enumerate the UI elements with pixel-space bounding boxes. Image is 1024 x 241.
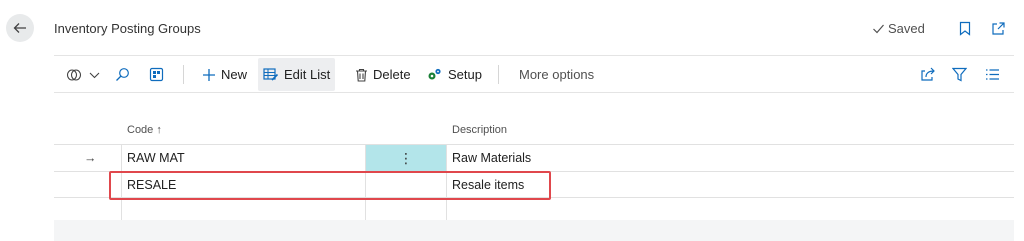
table-row[interactable]: → RAW MAT ⋮ Raw Materials (54, 145, 1014, 171)
filter-pane-icon (149, 67, 164, 82)
chevron-down-icon (89, 72, 100, 78)
row-indicator (79, 172, 109, 198)
setup-button[interactable]: Setup (426, 58, 482, 91)
setup-icon (428, 68, 441, 80)
share-button[interactable] (920, 58, 936, 91)
bookmark-button[interactable] (957, 20, 973, 36)
filter-button[interactable] (952, 58, 967, 91)
column-header-code-label: Code (127, 124, 154, 136)
open-new-window-button[interactable] (990, 20, 1006, 36)
search-button[interactable] (115, 58, 130, 91)
more-options-button[interactable]: More options (519, 58, 594, 91)
grid-footer-area (54, 220, 1014, 241)
row-indicator-arrow-icon: → (84, 151, 97, 165)
edit-list-label: Edit List (284, 67, 331, 82)
open-new-window-icon (991, 21, 1005, 35)
search-icon (116, 68, 129, 81)
action-bar: New Edit List Delete Setup More options (54, 58, 1014, 91)
list-view-icon (986, 69, 999, 80)
row-actions-menu-icon[interactable]: ⋮ (366, 145, 446, 171)
header-divider (54, 55, 1014, 56)
delete-button[interactable]: Delete (355, 58, 411, 91)
share-icon (921, 67, 935, 81)
page-title: Inventory Posting Groups (54, 21, 201, 36)
saved-status: Saved (872, 21, 925, 36)
table-row[interactable] (54, 198, 1014, 221)
highlight-annotation (109, 171, 551, 200)
more-options-label: More options (519, 67, 595, 82)
delete-label: Delete (373, 67, 411, 82)
bookmark-icon (959, 21, 971, 36)
code-cell[interactable]: RAW MAT (122, 145, 366, 171)
description-cell[interactable] (447, 198, 747, 221)
back-arrow-icon (13, 23, 26, 33)
checkmark-icon (873, 24, 884, 34)
sort-ascending-icon: ↑ (156, 124, 162, 136)
saved-label: Saved (888, 21, 925, 36)
setup-label: Setup (448, 67, 482, 82)
new-label: New (221, 67, 248, 82)
code-cell[interactable] (122, 198, 366, 221)
toolbar-separator (183, 65, 184, 84)
filter-pane-button[interactable] (149, 58, 164, 91)
back-button[interactable] (6, 14, 34, 42)
analysis-mode-button[interactable] (66, 58, 100, 91)
trash-icon (356, 68, 367, 82)
analysis-icon (66, 68, 82, 81)
toolbar-divider (54, 92, 1014, 93)
description-cell[interactable]: Raw Materials (447, 145, 747, 171)
edit-list-icon (263, 68, 279, 81)
column-header-code[interactable]: Code ↑ (127, 124, 162, 136)
toolbar-separator (498, 65, 499, 84)
new-button[interactable]: New (202, 58, 247, 91)
edit-list-button[interactable]: Edit List (258, 58, 336, 91)
filter-icon (952, 67, 967, 82)
list-view-button[interactable] (985, 58, 1000, 91)
column-header-description[interactable]: Description (452, 124, 507, 136)
plus-icon (203, 68, 215, 81)
